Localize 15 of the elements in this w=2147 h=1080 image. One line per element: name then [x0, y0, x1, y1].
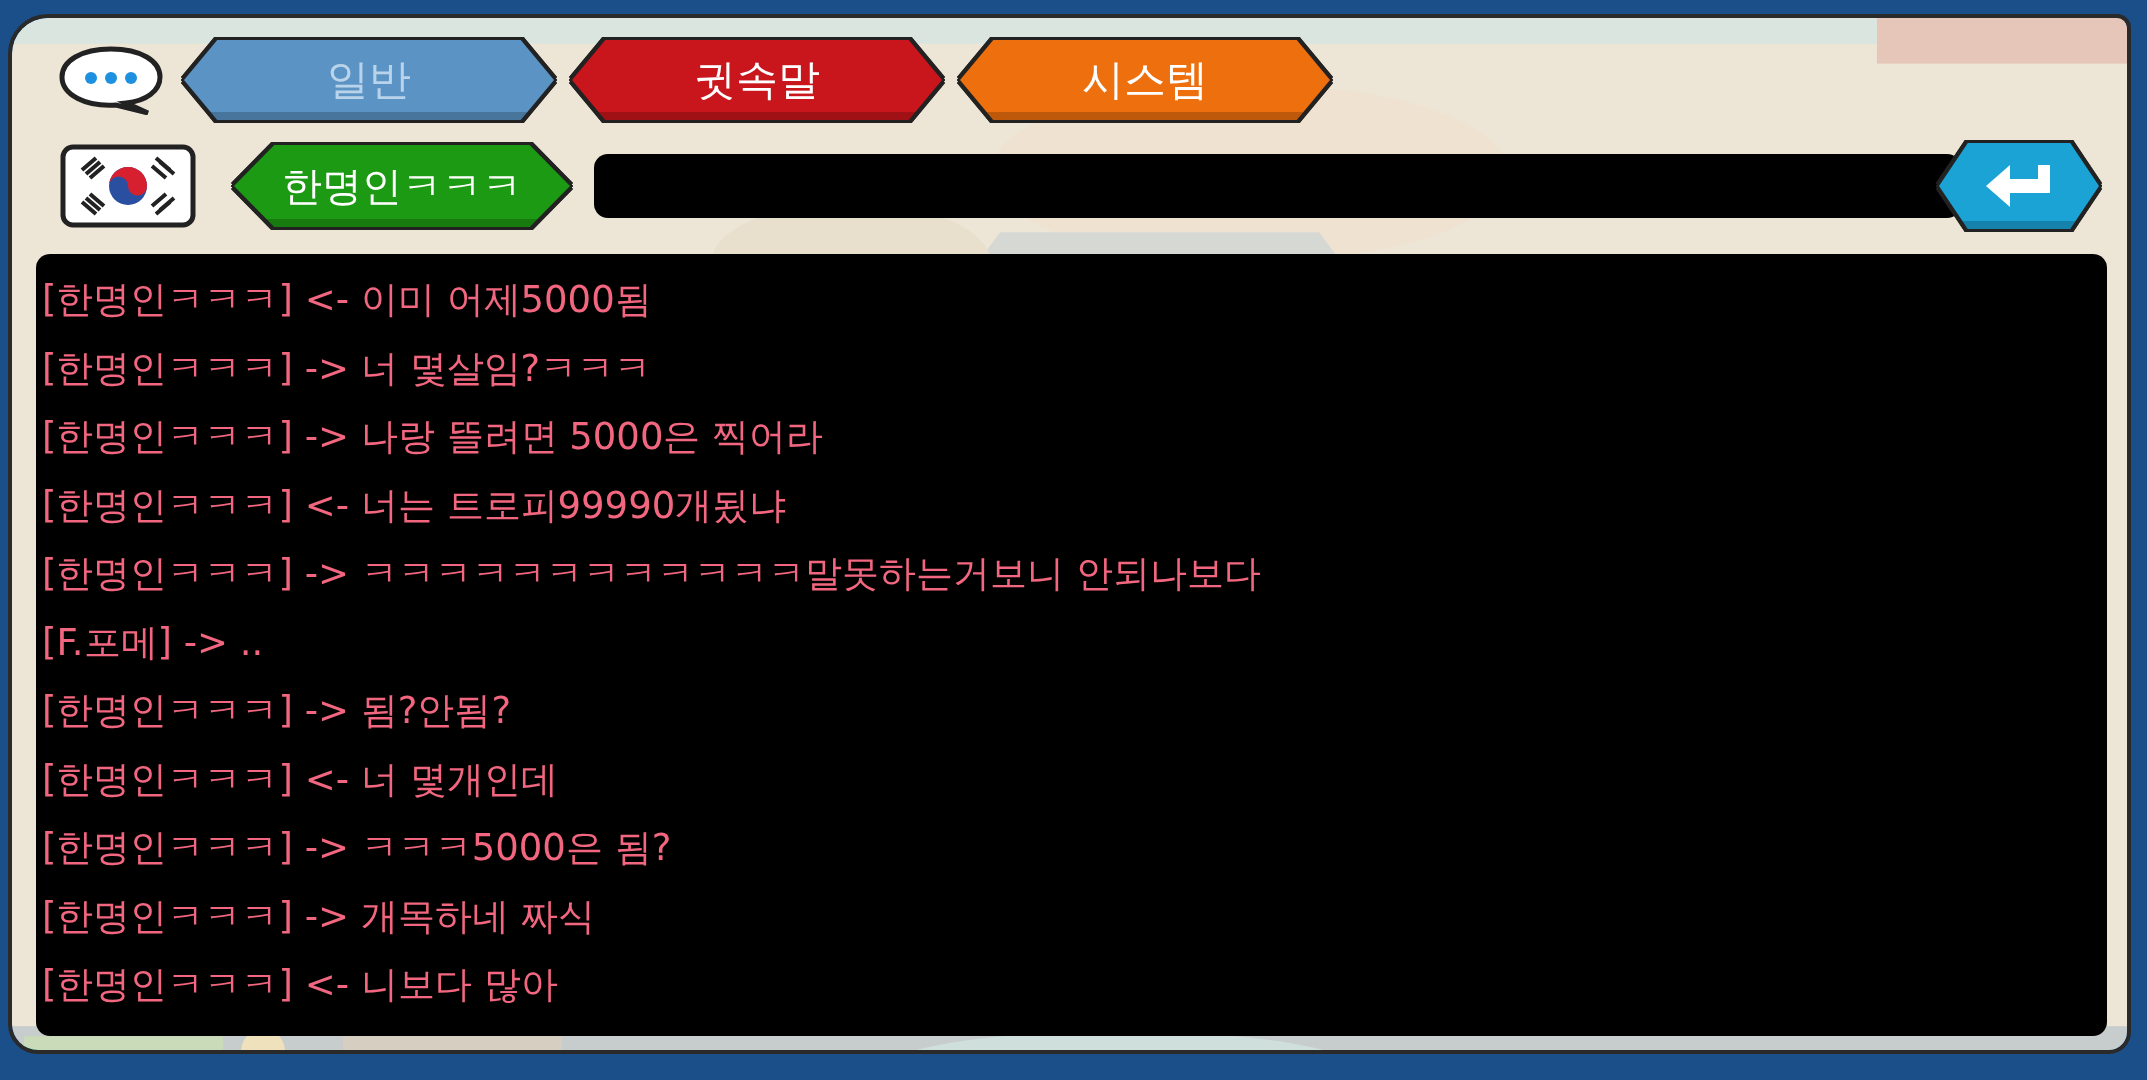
- chat-message: [F.포메] -> ..: [42, 619, 265, 666]
- flag-icon[interactable]: [60, 144, 196, 228]
- chat-message: [한명인ㅋㅋㅋ] <- 너는 트로피99990개됬냐: [42, 482, 788, 529]
- chat-message: [한명인ㅋㅋㅋ] -> 나랑 뜰려면 5000은 찍어라: [42, 414, 825, 460]
- chat-message: [한명인ㅋㅋㅋ] -> 너 몇살임?ㅋㅋㅋ: [42, 345, 653, 392]
- chat-message: [한명인ㅋㅋㅋ] <- 니보다 많아: [42, 962, 559, 1008]
- chat-message: [한명인ㅋㅋㅋ] <- 이미 어제5000됨: [42, 277, 653, 323]
- chat-message: [한명인ㅋㅋㅋ] -> ㅋㅋㅋ5000은 됨?: [42, 825, 673, 871]
- chat-message: [한명인ㅋㅋㅋ] -> 개목하네 짜식: [42, 893, 596, 940]
- chat-tab[interactable]: 일반: [184, 40, 554, 120]
- chat-message: [한명인ㅋㅋㅋ] -> 됨?안됨?: [42, 688, 513, 734]
- chat-tab[interactable]: 시스템: [960, 40, 1330, 120]
- chat-message: [한명인ㅋㅋㅋ] -> ㅋㅋㅋㅋㅋㅋㅋㅋㅋㅋㅋㅋ말못하는거보니 안되나보다: [42, 551, 1262, 597]
- chat-tab[interactable]: 귓속말: [572, 40, 942, 120]
- chat-message: [한명인ㅋㅋㅋ] <- 너 몇개인데: [42, 756, 559, 803]
